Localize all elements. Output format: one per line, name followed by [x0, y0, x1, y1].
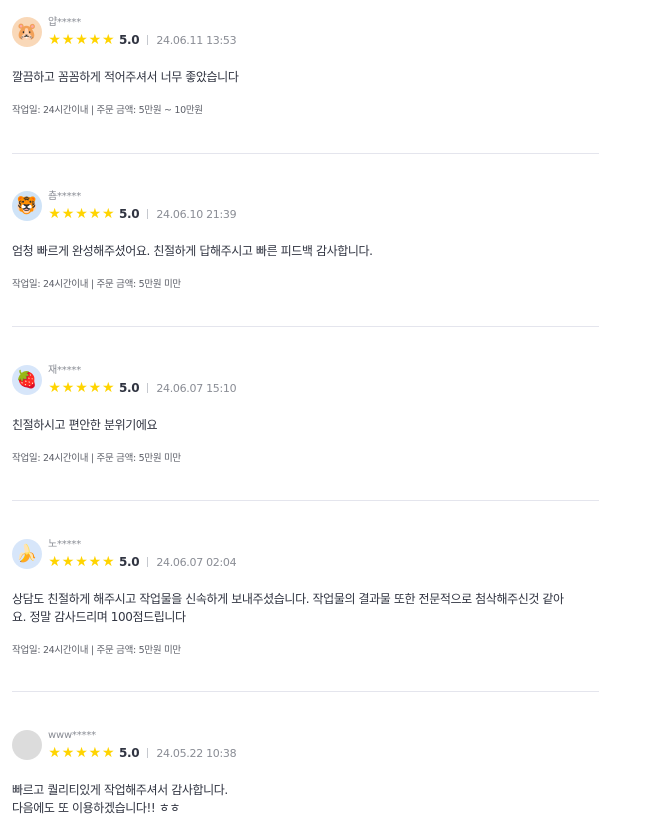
star-icon: ★: [101, 380, 115, 396]
star-icon: ★: [75, 206, 88, 222]
star-icon: ★: [48, 745, 61, 761]
review-divider: [12, 153, 599, 154]
star-rating: ★ ★ ★ ★ ★: [48, 381, 115, 395]
review-meta: www***** ★ ★ ★ ★ ★ 5.0 24.05.22 10:38: [48, 730, 237, 762]
meta-separator: [147, 209, 149, 219]
reviewer-name: 재*****: [48, 365, 82, 376]
star-rating: ★ ★ ★ ★ ★: [48, 555, 115, 569]
review-item: 🍌 노***** ★ ★ ★ ★ ★ 5.0 24.06.07 02:04 상담…: [12, 539, 599, 656]
review-item: 🐯 춈***** ★ ★ ★ ★ ★ 5.0 24.06.10 21:39 엄청…: [12, 191, 599, 290]
avatar-glyph: 🐯: [16, 195, 38, 216]
meta-separator: [147, 748, 149, 758]
review-item: www***** ★ ★ ★ ★ ★ 5.0 24.05.22 10:38 빠르…: [12, 730, 599, 817]
rating-row: ★ ★ ★ ★ ★ 5.0 24.06.11 13:53: [48, 31, 236, 49]
review-content: 깔끔하고 꼼꼼하게 적어주셔서 너무 좋았습니다: [12, 70, 239, 84]
star-rating: ★ ★ ★ ★ ★: [48, 207, 115, 221]
star-icon: ★: [75, 380, 88, 396]
star-rating: ★ ★ ★ ★ ★: [48, 33, 115, 47]
rating-row: ★ ★ ★ ★ ★ 5.0 24.06.07 15:10: [48, 379, 236, 397]
review-date: 24.05.22 10:38: [156, 746, 237, 760]
review-meta: 재***** ★ ★ ★ ★ ★ 5.0 24.06.07 15:10: [48, 365, 237, 397]
rating-score: 5.0: [118, 555, 140, 569]
review-item: 🍓 재***** ★ ★ ★ ★ ★ 5.0 24.06.07 15:10 친절…: [12, 365, 599, 464]
meta-separator: [147, 557, 149, 567]
review-header: 🐯 춈***** ★ ★ ★ ★ ★ 5.0 24.06.10 21:39: [12, 191, 599, 223]
review-date: 24.06.10 21:39: [156, 207, 237, 221]
star-icon: ★: [101, 206, 115, 222]
star-icon: ★: [88, 206, 102, 222]
review-date: 24.06.07 15:10: [156, 381, 237, 395]
meta-separator: [147, 35, 149, 45]
review-meta: 춈***** ★ ★ ★ ★ ★ 5.0 24.06.10 21:39: [48, 191, 237, 223]
review-date: 24.06.11 13:53: [156, 33, 237, 47]
star-rating: ★ ★ ★ ★ ★: [48, 746, 115, 760]
rating-row: ★ ★ ★ ★ ★ 5.0 24.06.07 02:04: [48, 553, 236, 571]
hamster-avatar-icon: 🐹: [12, 17, 42, 47]
default-avatar-icon: [12, 730, 42, 760]
meta-separator: [147, 383, 149, 393]
review-header: 🍓 재***** ★ ★ ★ ★ ★ 5.0 24.06.07 15:10: [12, 365, 599, 397]
fruit-avatar-icon: 🍓: [12, 365, 42, 395]
rating-score: 5.0: [118, 746, 140, 760]
star-icon: ★: [75, 32, 88, 48]
rating-row: ★ ★ ★ ★ ★ 5.0 24.05.22 10:38: [48, 744, 236, 762]
star-icon: ★: [88, 745, 102, 761]
star-icon: ★: [48, 380, 61, 396]
star-icon: ★: [101, 554, 115, 570]
star-icon: ★: [75, 554, 88, 570]
order-info: 작업일: 24시간이내 | 주문 금액: 5만원 미만: [12, 645, 181, 656]
review-divider: [12, 691, 599, 692]
reviewer-name: 얍*****: [48, 17, 82, 28]
review-content: 상담도 친절하게 해주시고 작업물을 신속하게 보내주셨습니다. 작업물의 결과…: [12, 592, 564, 624]
tiger-avatar-icon: 🐯: [12, 191, 42, 221]
review-content: 엄청 빠르게 완성해주셨어요. 친절하게 답해주시고 빠른 피드백 감사합니다.: [12, 244, 373, 258]
rating-score: 5.0: [118, 207, 140, 221]
banana-avatar-icon: 🍌: [12, 539, 42, 569]
star-icon: ★: [61, 554, 75, 570]
review-header: 🍌 노***** ★ ★ ★ ★ ★ 5.0 24.06.07 02:04: [12, 539, 599, 571]
review-content: 친절하시고 편안한 분위기에요: [12, 418, 158, 432]
review-header: 🐹 얍***** ★ ★ ★ ★ ★ 5.0 24.06.11 13:53: [12, 17, 599, 49]
star-icon: ★: [48, 32, 61, 48]
avatar-glyph: 🐹: [16, 21, 38, 42]
review-list: 🐹 얍***** ★ ★ ★ ★ ★ 5.0 24.06.11 13:53 깔끔…: [0, 0, 661, 823]
star-icon: ★: [61, 380, 75, 396]
order-info: 작업일: 24시간이내 | 주문 금액: 5만원 미만: [12, 453, 181, 464]
star-icon: ★: [61, 745, 75, 761]
review-item: 🐹 얍***** ★ ★ ★ ★ ★ 5.0 24.06.11 13:53 깔끔…: [12, 17, 599, 116]
review-content: 빠르고 퀄리티있게 작업해주셔서 감사합니다. 다음에도 또 이용하겠습니다!!…: [12, 783, 228, 815]
review-divider: [12, 500, 599, 501]
star-icon: ★: [75, 745, 88, 761]
star-icon: ★: [48, 206, 61, 222]
reviewer-name: www*****: [48, 730, 96, 741]
star-icon: ★: [88, 554, 102, 570]
review-meta: 노***** ★ ★ ★ ★ ★ 5.0 24.06.07 02:04: [48, 539, 237, 571]
reviewer-name: 춈*****: [48, 191, 82, 202]
rating-score: 5.0: [118, 381, 140, 395]
star-icon: ★: [101, 745, 115, 761]
avatar-glyph: 🍌: [16, 543, 38, 564]
star-icon: ★: [61, 206, 75, 222]
review-date: 24.06.07 02:04: [156, 555, 237, 569]
star-icon: ★: [101, 32, 115, 48]
avatar-glyph: 🍓: [16, 369, 38, 390]
review-divider: [12, 326, 599, 327]
star-icon: ★: [48, 554, 61, 570]
reviewer-name: 노*****: [48, 539, 82, 550]
star-icon: ★: [88, 32, 102, 48]
review-meta: 얍***** ★ ★ ★ ★ ★ 5.0 24.06.11 13:53: [48, 17, 237, 49]
order-info: 작업일: 24시간이내 | 주문 금액: 5만원 ~ 10만원: [12, 105, 203, 116]
rating-row: ★ ★ ★ ★ ★ 5.0 24.06.10 21:39: [48, 205, 236, 223]
review-header: www***** ★ ★ ★ ★ ★ 5.0 24.05.22 10:38: [12, 730, 599, 762]
rating-score: 5.0: [118, 33, 140, 47]
order-info: 작업일: 24시간이내 | 주문 금액: 5만원 미만: [12, 279, 181, 290]
star-icon: ★: [61, 32, 75, 48]
star-icon: ★: [88, 380, 102, 396]
